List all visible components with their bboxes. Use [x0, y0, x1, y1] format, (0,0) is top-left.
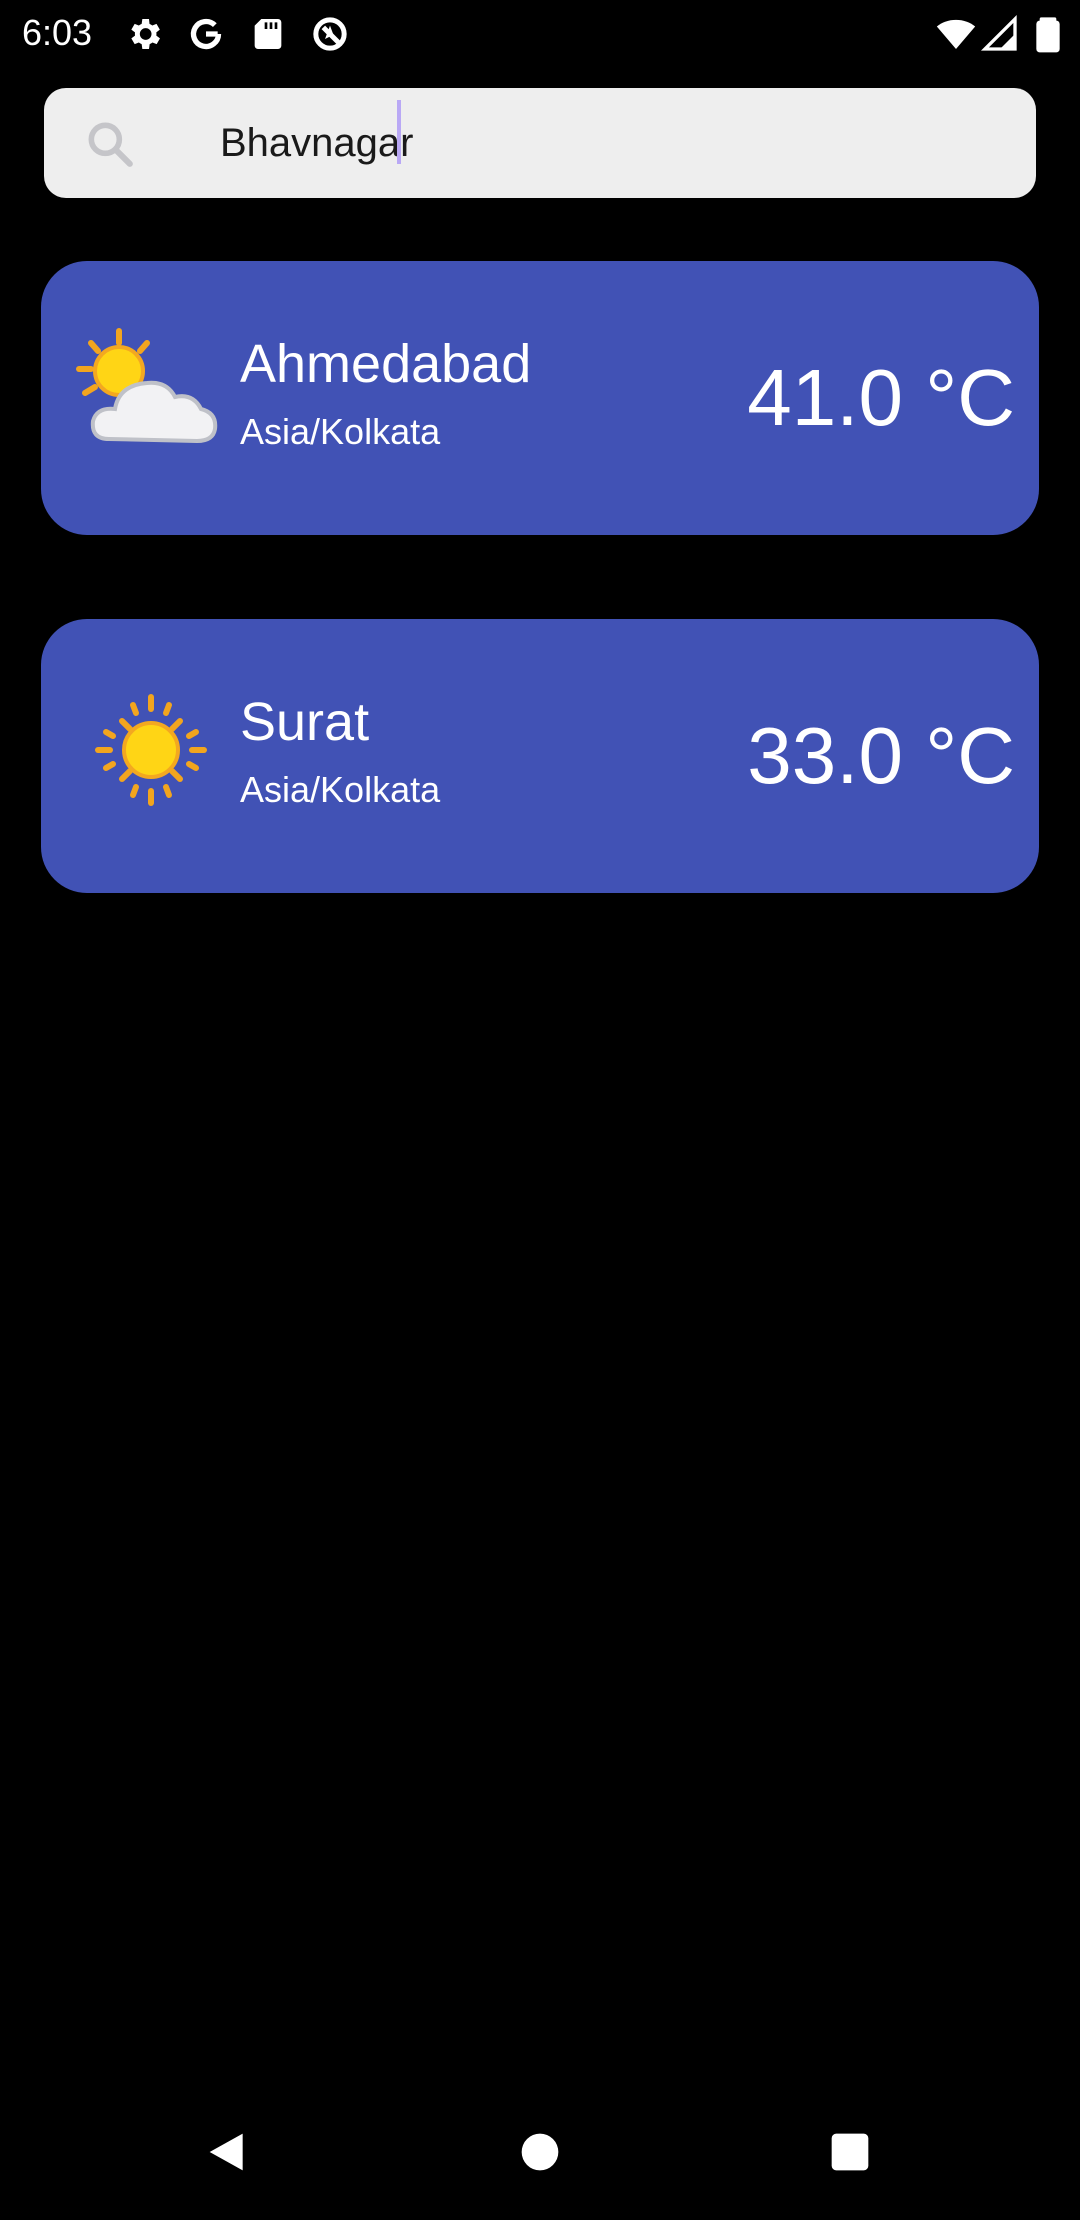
temperature: 33.0 °C — [747, 711, 1015, 800]
status-bar: 6:03 — [0, 0, 1080, 66]
search-icon — [82, 116, 138, 172]
partly-cloudy-icon — [71, 327, 231, 457]
cell-signal-icon — [980, 14, 1020, 54]
search-bar[interactable] — [44, 88, 1036, 198]
text-cursor — [397, 100, 401, 164]
gear-icon — [124, 14, 164, 54]
weather-card-ahmedabad[interactable]: Ahmedabad Asia/Kolkata 41.0 °C — [41, 261, 1039, 535]
status-time: 6:03 — [22, 12, 93, 53]
recents-icon[interactable] — [828, 2130, 872, 2174]
search-input[interactable] — [176, 110, 996, 176]
no-location-icon — [310, 14, 350, 54]
google-icon — [186, 14, 226, 54]
wifi-icon — [936, 14, 976, 54]
back-icon[interactable] — [206, 2130, 250, 2174]
temperature: 41.0 °C — [747, 353, 1015, 442]
weather-card-surat[interactable]: Surat Asia/Kolkata 33.0 °C — [41, 619, 1039, 893]
battery-icon — [1028, 14, 1068, 54]
city-timezone: Asia/Kolkata — [240, 769, 441, 810]
home-icon[interactable] — [518, 2130, 562, 2174]
city-timezone: Asia/Kolkata — [240, 411, 441, 452]
city-name: Ahmedabad — [240, 334, 532, 394]
sd-card-icon — [248, 14, 288, 54]
city-name: Surat — [240, 692, 370, 752]
sunny-icon — [71, 685, 231, 815]
